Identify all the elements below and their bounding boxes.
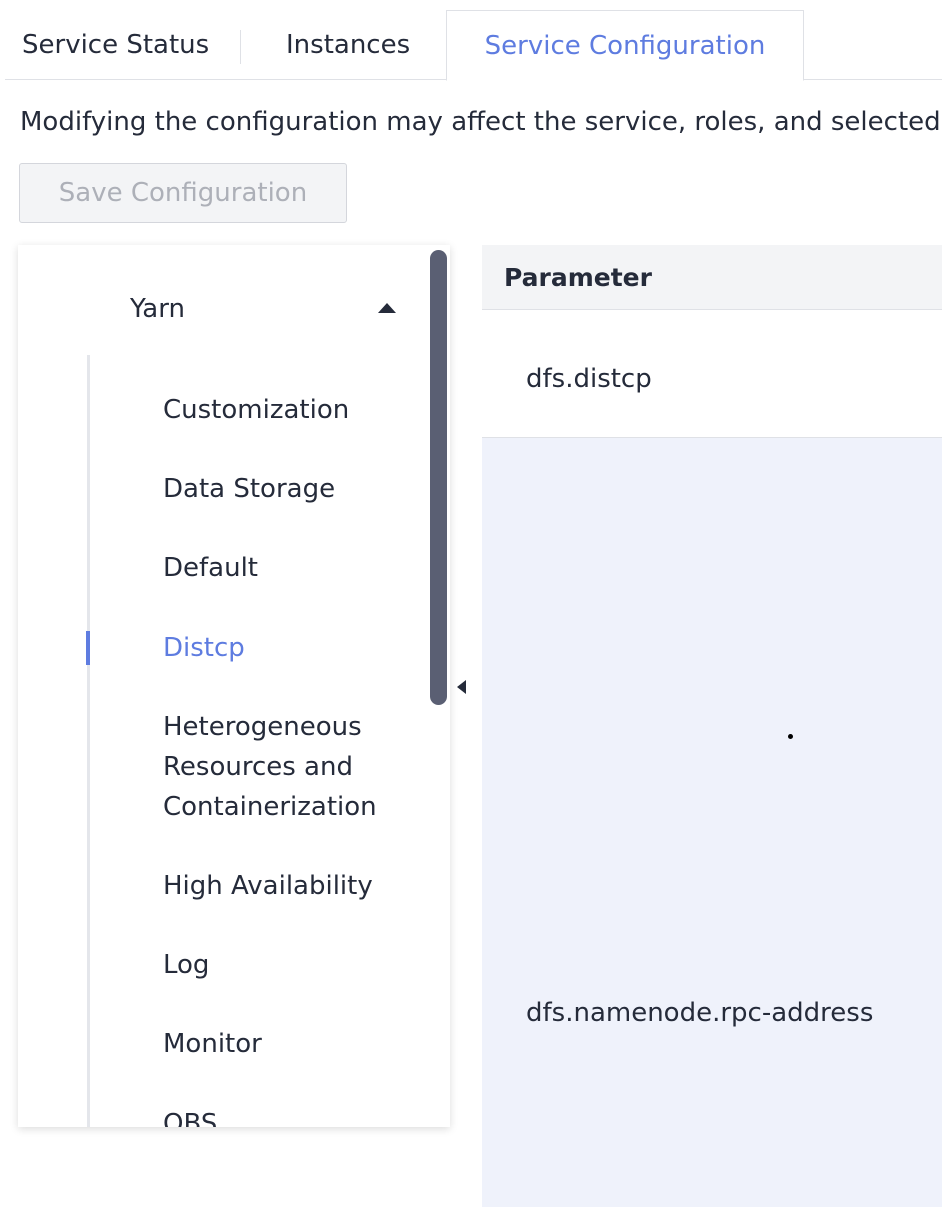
parameter-table: Parameter dfs.distcp dfs.namenode.rpc-ad… — [482, 245, 942, 1207]
tree-active-indicator — [86, 631, 90, 665]
tree-item-log[interactable]: Log — [163, 945, 403, 985]
caret-left-icon[interactable] — [457, 680, 466, 694]
tree-item-customization[interactable]: Customization — [163, 390, 403, 430]
tree-item-data-storage[interactable]: Data Storage — [163, 469, 403, 509]
tree-item-heterogeneous[interactable]: Heterogeneous Resources and Containeriza… — [163, 707, 403, 827]
cursor-dot — [788, 734, 793, 739]
tree-rail — [87, 355, 90, 1127]
tree-item-default[interactable]: Default — [163, 548, 403, 588]
table-row[interactable]: dfs.distcp — [482, 310, 942, 438]
parameter-name: dfs.distcp — [526, 364, 652, 394]
table-row-highlighted[interactable]: dfs.namenode.rpc-address — [482, 438, 942, 1207]
parameter-name: dfs.namenode.rpc-address — [526, 998, 874, 1028]
save-configuration-button[interactable]: Save Configuration — [19, 163, 347, 223]
tree-item-distcp[interactable]: Distcp — [163, 628, 403, 668]
tab-service-status[interactable]: Service Status — [22, 10, 209, 80]
column-header-parameter: Parameter — [504, 263, 652, 292]
tab-divider — [240, 30, 241, 64]
service-config-page: Service Status Instances Service Configu… — [0, 0, 942, 1207]
table-header: Parameter — [482, 245, 942, 310]
tree-root-yarn[interactable]: Yarn — [130, 287, 185, 331]
tree-item-monitor[interactable]: Monitor — [163, 1024, 403, 1064]
caret-up-icon[interactable] — [378, 303, 396, 313]
tree-item-high-availability[interactable]: High Availability — [163, 866, 403, 906]
tree-scrollbar-thumb[interactable] — [430, 250, 447, 705]
tab-service-configuration[interactable]: Service Configuration — [446, 10, 804, 81]
tab-instances[interactable]: Instances — [286, 10, 410, 80]
tree-item-obs[interactable]: OBS — [163, 1104, 403, 1127]
config-warning-text: Modifying the configuration may affect t… — [20, 107, 942, 137]
config-category-tree: Yarn Customization Data Storage Default … — [18, 245, 450, 1127]
